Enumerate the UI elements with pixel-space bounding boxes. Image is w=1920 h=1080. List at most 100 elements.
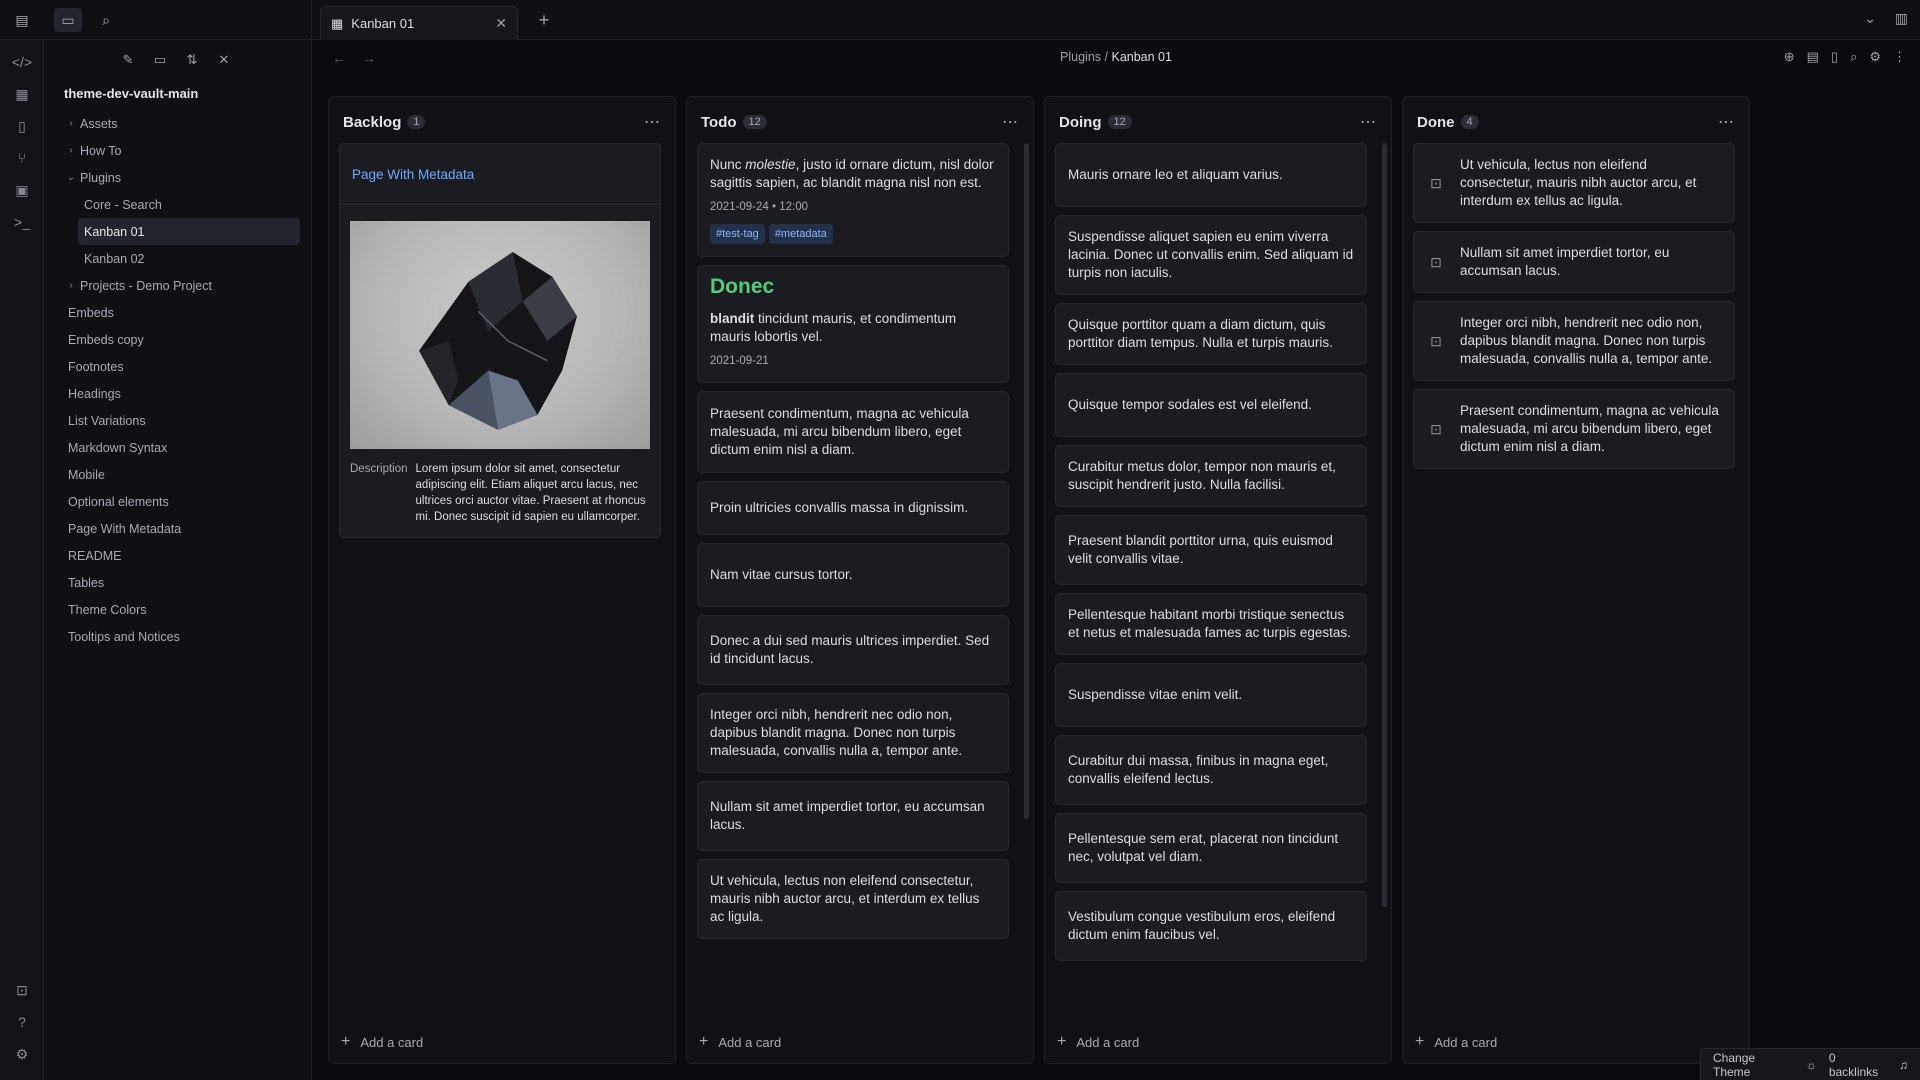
file-core-search[interactable]: Core - Search (44, 191, 312, 218)
kanban-card[interactable]: Curabitur metus dolor, tempor non mauris… (1055, 445, 1367, 507)
files-icon[interactable]: ▯ (10, 114, 34, 138)
breadcrumb-parent[interactable]: Plugins (1060, 50, 1101, 64)
add-card-button[interactable]: + Add a card (699, 1033, 781, 1051)
add-card-button[interactable]: + Add a card (341, 1033, 423, 1051)
file-theme-colors[interactable]: Theme Colors (44, 596, 312, 623)
kanban-card[interactable]: ⊡ Ut vehicula, lectus non eleifend consec… (1413, 143, 1735, 223)
toggle-right-sidebar-icon[interactable]: ▥ (1895, 10, 1908, 27)
backlinks-count[interactable]: 0 backlinks (1829, 1051, 1887, 1079)
kanban-card[interactable]: Suspendisse aliquet sapien eu enim viver… (1055, 215, 1367, 295)
markdown-view-icon[interactable]: ▯ (1831, 49, 1838, 65)
folder-projects-demo-project[interactable]: › Projects - Demo Project (44, 272, 312, 299)
new-folder-icon[interactable]: ▭ (148, 48, 172, 72)
kanban-card[interactable]: ⊡ Praesent condimentum, magna ac vehicula… (1413, 389, 1735, 469)
lane-title[interactable]: Backlog (343, 114, 401, 131)
file-kanban-01[interactable]: Kanban 01 (78, 218, 300, 245)
file-headings[interactable]: Headings (44, 380, 312, 407)
sun-icon[interactable]: ☼ (1806, 1058, 1817, 1072)
kanban-card[interactable]: Suspendisse vitae enim velit. (1055, 663, 1367, 727)
lane-menu-icon[interactable]: ⋯ (1360, 112, 1377, 132)
file-kanban-02[interactable]: Kanban 02 (44, 245, 312, 272)
folder-assets[interactable]: › Assets (44, 110, 312, 137)
change-theme-button[interactable]: Change Theme (1713, 1051, 1794, 1079)
lane-title[interactable]: Doing (1059, 114, 1102, 131)
kanban-card[interactable]: Integer orci nibh, hendrerit nec odio no… (697, 693, 1009, 773)
kanban-card[interactable]: Quisque tempor sodales est vel eleifend. (1055, 373, 1367, 437)
help-icon[interactable]: ? (10, 1010, 34, 1034)
file-tooltips-and-notices[interactable]: Tooltips and Notices (44, 623, 312, 650)
kanban-card[interactable]: Pellentesque sem erat, placerat non tinc… (1055, 813, 1367, 883)
bell-icon[interactable]: ♫ (1899, 1058, 1908, 1072)
kanban-card[interactable]: Praesent condimentum, magna ac vehicula … (697, 391, 1009, 473)
settings-icon[interactable]: ⚙ (10, 1042, 34, 1066)
tab-list-chevron-icon[interactable]: ⌄ (1864, 10, 1876, 27)
lane-title[interactable]: Todo (701, 114, 737, 131)
kanban-card[interactable]: Mauris ornare leo et aliquam varius. (1055, 143, 1367, 207)
file-tables[interactable]: Tables (44, 569, 312, 596)
kanban-card[interactable]: Nunc molestie, justo id ornare dictum, n… (697, 143, 1009, 257)
file-markdown-syntax[interactable]: Markdown Syntax (44, 434, 312, 461)
new-tab-icon[interactable]: + (532, 8, 556, 32)
lane-menu-icon[interactable]: ⋯ (644, 112, 661, 132)
archive-card-icon[interactable]: ⊡ (1424, 332, 1448, 350)
calendar-icon[interactable]: ▣ (10, 178, 34, 202)
kanban-card[interactable]: Proin ultricies convallis massa in digni… (697, 481, 1009, 535)
archive-card-icon[interactable]: ⊡ (1424, 174, 1448, 192)
archive-card-icon[interactable]: ⊡ (1424, 253, 1448, 271)
tab-kanban-01[interactable]: ▦ Kanban 01 ✕ (320, 6, 518, 40)
add-card-button[interactable]: + Add a card (1057, 1033, 1139, 1051)
lane-title[interactable]: Done (1417, 114, 1455, 131)
file-embeds[interactable]: Embeds (44, 299, 312, 326)
kanban-icon[interactable]: ▦ (10, 82, 34, 106)
kanban-card[interactable]: Pellentesque habitant morbi tristique se… (1055, 593, 1367, 655)
kanban-card[interactable]: Donec blandit tincidunt mauris, et condi… (697, 265, 1009, 383)
kanban-card[interactable]: Quisque porttitor quam a diam dictum, qu… (1055, 303, 1367, 365)
kanban-card[interactable]: Donec a dui sed mauris ultrices imperdie… (697, 615, 1009, 685)
kanban-card[interactable]: Page With Metadata Description Lorem ips… (339, 143, 661, 538)
file-list-variations[interactable]: List Variations (44, 407, 312, 434)
more-options-icon[interactable]: ⋮ (1893, 49, 1906, 65)
file-footnotes[interactable]: Footnotes (44, 353, 312, 380)
kanban-card[interactable]: ⊡ Nullam sit amet imperdiet tortor, eu ac… (1413, 231, 1735, 293)
close-icon[interactable]: ✕ (495, 15, 507, 32)
tag[interactable]: #metadata (768, 224, 833, 244)
archive-icon[interactable]: ▤ (1807, 49, 1819, 65)
board-settings-icon[interactable]: ⚙ (1869, 49, 1881, 65)
lane-scrollbar[interactable] (1024, 143, 1029, 819)
file-mobile[interactable]: Mobile (44, 461, 312, 488)
add-list-icon[interactable]: ⊕ (1784, 49, 1795, 65)
toggle-sidebar-icon[interactable]: ▤ (8, 8, 36, 32)
lane-scrollbar[interactable] (1382, 143, 1387, 907)
folder-how-to[interactable]: › How To (44, 137, 312, 164)
breadcrumb-current[interactable]: Kanban 01 (1111, 50, 1171, 64)
vault-switch-icon[interactable]: ⊡ (10, 978, 34, 1002)
kanban-card[interactable]: Vestibulum congue vestibulum eros, eleif… (1055, 891, 1367, 961)
collapse-all-icon[interactable]: ✕ (212, 48, 236, 72)
card-link[interactable]: Page With Metadata (340, 144, 660, 205)
search-icon[interactable]: ⌕ (1850, 49, 1857, 65)
folder-plugins[interactable]: ⌄ Plugins (44, 164, 312, 191)
archive-card-icon[interactable]: ⊡ (1424, 420, 1448, 438)
kanban-card[interactable]: Nullam sit amet imperdiet tortor, eu acc… (697, 781, 1009, 851)
chevron-right-icon: › (69, 118, 73, 129)
terminal-icon[interactable]: >_ (10, 210, 34, 234)
kanban-card[interactable]: Nam vitae cursus tortor. (697, 543, 1009, 607)
file-page-with-metadata[interactable]: Page With Metadata (44, 515, 312, 542)
sort-icon[interactable]: ⇅ (180, 48, 204, 72)
code-icon[interactable]: </> (10, 50, 34, 74)
kanban-card[interactable]: Ut vehicula, lectus non eleifend consect… (697, 859, 1009, 939)
kanban-card[interactable]: ⊡ Integer orci nibh, hendrerit nec odio n… (1413, 301, 1735, 381)
graph-icon[interactable]: ⑂ (10, 146, 34, 170)
tag[interactable]: #test-tag (710, 224, 765, 244)
add-card-button[interactable]: + Add a card (1415, 1033, 1497, 1051)
kanban-card[interactable]: Praesent blandit porttitor urna, quis eu… (1055, 515, 1367, 585)
files-tab-icon[interactable]: ▭ (54, 8, 82, 32)
file-readme[interactable]: README (44, 542, 312, 569)
file-embeds-copy[interactable]: Embeds copy (44, 326, 312, 353)
kanban-card[interactable]: Curabitur dui massa, finibus in magna eg… (1055, 735, 1367, 805)
search-tab-icon[interactable]: ⌕ (92, 8, 120, 32)
lane-menu-icon[interactable]: ⋯ (1002, 112, 1019, 132)
new-note-icon[interactable]: ✎ (116, 48, 140, 72)
lane-menu-icon[interactable]: ⋯ (1718, 112, 1735, 132)
file-optional-elements[interactable]: Optional elements (44, 488, 312, 515)
